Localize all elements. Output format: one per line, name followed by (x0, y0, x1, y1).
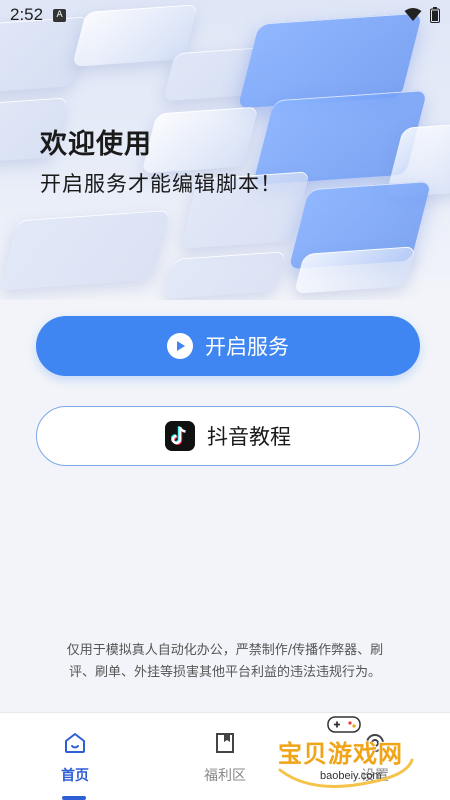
nav-label-welfare: 福利区 (204, 768, 246, 784)
start-service-button[interactable]: 开启服务 (36, 316, 420, 376)
play-icon (167, 333, 193, 359)
douyin-tutorial-label: 抖音教程 (207, 425, 291, 449)
status-time: 2:52 (10, 5, 44, 24)
start-service-label: 开启服务 (205, 335, 289, 359)
disclaimer-line-2: 评、刷单、外挂等损害其他平台利益的违法违规行为。 (68, 665, 381, 680)
douyin-tutorial-button[interactable]: 抖音教程 (36, 406, 420, 466)
watermark-url: baobeiy.com (320, 770, 382, 782)
status-icons (404, 7, 440, 23)
disclaimer-line-1: 仅用于模拟真人自动化办公，严禁制作/传播作弊器、刷 (66, 643, 384, 658)
tiktok-icon (165, 421, 195, 451)
battery-icon (430, 7, 440, 23)
nav-item-home[interactable]: 首页 (0, 713, 150, 800)
disclaimer-text: 仅用于模拟真人自动化办公，严禁制作/传播作弊器、刷 评、刷单、外挂等损害其他平台… (30, 640, 420, 684)
notification-icon: A (53, 8, 67, 22)
welcome-subtitle: 开启服务才能编辑脚本！ (40, 172, 282, 196)
watermark: 宝贝游戏网 baobeiy.com (272, 712, 422, 794)
wifi-icon (404, 8, 422, 21)
watermark-text: 宝贝游戏网 (278, 740, 403, 768)
welcome-title: 欢迎使用 (40, 129, 152, 160)
nav-active-indicator (62, 796, 86, 800)
home-icon (65, 733, 85, 753)
status-bar: 2:52 A (0, 0, 450, 30)
nav-label-home: 首页 (61, 768, 89, 784)
bookmark-icon (216, 733, 234, 753)
